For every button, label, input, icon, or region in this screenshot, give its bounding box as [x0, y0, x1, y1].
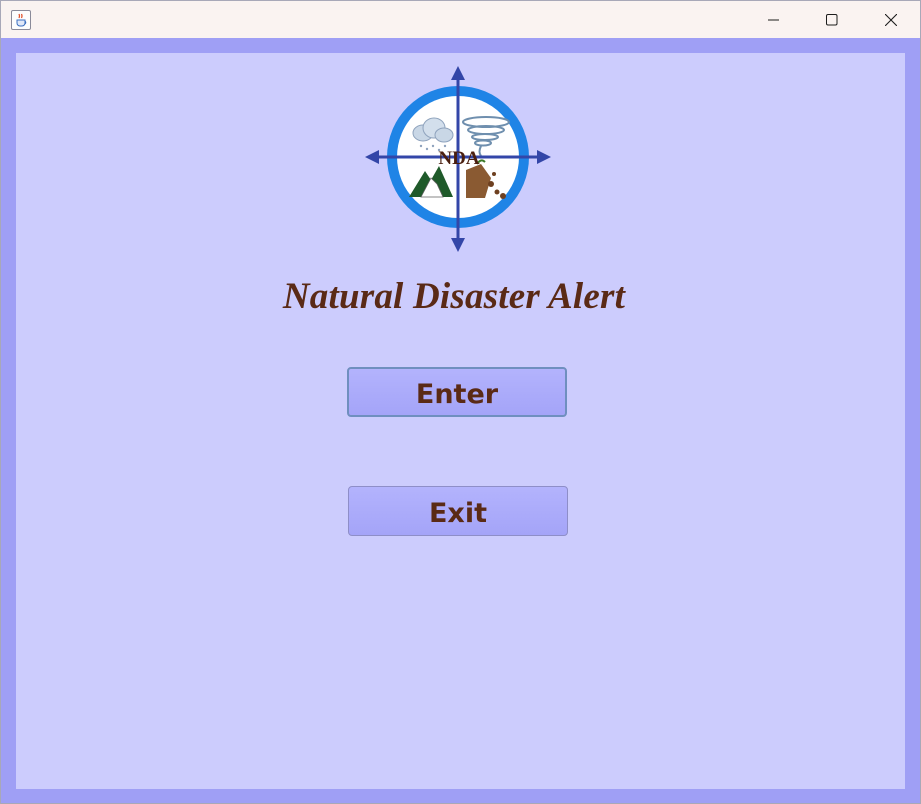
maximize-button[interactable] — [803, 1, 861, 38]
app-title: Natural Disaster Alert — [282, 276, 626, 317]
close-icon — [885, 13, 897, 26]
java-app-icon[interactable] — [11, 10, 31, 30]
minimize-button[interactable] — [745, 1, 803, 38]
title-bar[interactable] — [1, 1, 920, 38]
main-panel: NDA Natural Disaster Alert Enter Exit — [16, 53, 905, 789]
maximize-icon — [826, 13, 838, 25]
enter-button[interactable]: Enter — [347, 367, 567, 417]
close-button[interactable] — [862, 1, 920, 38]
minimize-icon — [768, 19, 779, 20]
app-window: NDA Natural Disaster Alert Enter Exit — [0, 0, 921, 804]
logo-text: NDA — [438, 148, 479, 169]
exit-button[interactable]: Exit — [348, 486, 568, 536]
nda-logo: NDA — [365, 66, 551, 252]
